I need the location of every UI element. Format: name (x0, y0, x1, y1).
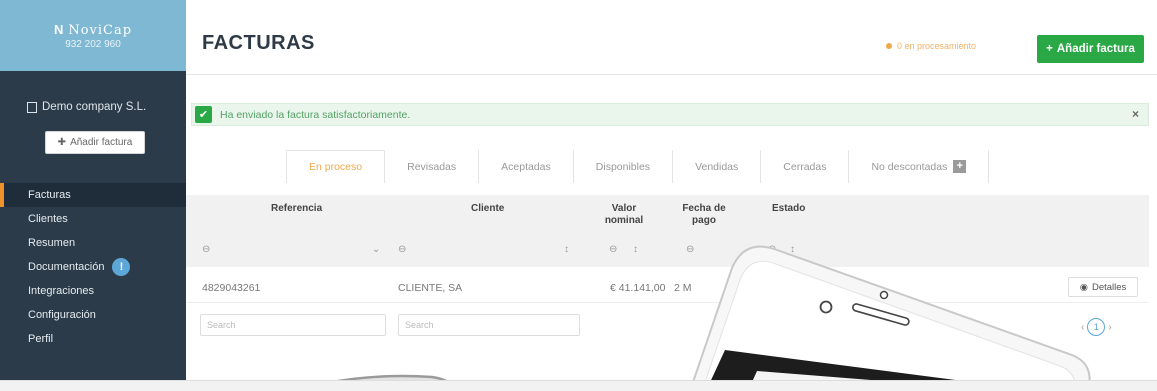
company-selector[interactable]: Demo company S.L. (27, 101, 186, 113)
status-dot-icon (886, 43, 892, 49)
tab-disponibles[interactable]: Disponibles (574, 150, 674, 183)
sidebar-nav: Facturas Clientes Resumen Documentación!… (0, 183, 186, 351)
table-row[interactable]: 4829043261 CLIENTE, SA € 41.141,00 2 M (186, 273, 1149, 303)
sidebar-item-label: Perfil (28, 333, 54, 345)
cell-fecha-pago: 2 M (674, 282, 692, 294)
check-icon: ✔ (195, 106, 212, 123)
filter-icon[interactable]: ⊖ (202, 244, 210, 255)
sidebar-item-label: Integraciones (28, 285, 95, 297)
bottom-edge (0, 380, 1157, 391)
cell-referencia: 4829043261 (202, 282, 261, 294)
sidebar-item-perfil[interactable]: Perfil (0, 327, 186, 351)
details-button[interactable]: ◉ Detalles (1068, 277, 1138, 297)
add-invoice-label: Añadir factura (1056, 43, 1135, 55)
sort-icon[interactable]: ⌄ (372, 244, 380, 255)
plus-icon: ✚ (57, 137, 67, 148)
alert-badge: ! (112, 258, 131, 276)
tab-label: Revisadas (407, 160, 457, 173)
tab-label: Cerradas (783, 160, 827, 173)
pending-status: 0 en procesamiento (886, 41, 976, 51)
logo-mark-icon: N (53, 21, 65, 37)
brand-header: N NoviCap 932 202 960 (0, 0, 186, 71)
sidebar-item-facturas[interactable]: Facturas (0, 183, 186, 207)
sidebar-item-label: Facturas (28, 189, 71, 201)
add-invoice-button[interactable]: + Añadir factura (1037, 35, 1144, 63)
sort-icon[interactable]: ↕ (790, 244, 795, 255)
alert-message: Ha enviado la factura satisfactoriamente… (220, 108, 411, 121)
details-label: Detalles (1091, 281, 1127, 293)
tab-vendidas[interactable]: Vendidas (673, 150, 762, 183)
tab-label: Disponibles (595, 160, 651, 173)
search-cliente-input[interactable]: Search (398, 314, 580, 336)
tab-cerradas[interactable]: Cerradas (761, 150, 850, 183)
sidebar: N NoviCap 932 202 960 Demo company S.L. ✚… (0, 0, 186, 391)
tab-label: No descontadas (871, 160, 948, 173)
main-content: FACTURAS 0 en procesamiento + Añadir fac… (186, 0, 1157, 391)
close-icon[interactable]: × (1132, 107, 1139, 121)
page-number[interactable]: 1 (1087, 318, 1106, 336)
tab-en-proceso[interactable]: En proceso (286, 150, 386, 183)
add-tab-icon[interactable]: + (953, 160, 967, 173)
filter-icon[interactable]: ⊖ (398, 244, 406, 255)
building-icon (27, 101, 37, 113)
filter-icon[interactable]: ⊖ (768, 244, 776, 255)
tab-no-descontadas[interactable]: No descontadas + (849, 150, 990, 183)
brand-logo[interactable]: N NoviCap (54, 22, 132, 38)
plus-icon: + (1046, 43, 1053, 55)
cell-valor-nominal: € 41.141,00 (610, 282, 666, 294)
topbar: FACTURAS 0 en procesamiento + Añadir fac… (186, 0, 1157, 75)
pending-status-text: 0 en procesamiento (897, 41, 977, 51)
eye-icon: ◉ (1079, 281, 1088, 293)
tab-label: Vendidas (695, 160, 739, 173)
sidebar-item-label: Documentación (28, 261, 105, 273)
invoice-tabs: En proceso Revisadas Aceptadas Disponibl… (286, 150, 990, 183)
sort-icon[interactable]: ↕ (633, 244, 638, 255)
sidebar-item-configuracion[interactable]: Configuración (0, 303, 186, 327)
sidebar-item-label: Configuración (28, 309, 96, 321)
search-referencia-input[interactable]: Search (200, 314, 386, 336)
filter-icon[interactable]: ⊖ (609, 244, 617, 255)
filter-icon[interactable]: ⊖ (686, 244, 694, 255)
sidebar-item-resumen[interactable]: Resumen (0, 231, 186, 255)
sort-icon[interactable]: ↕ (564, 244, 569, 255)
tab-aceptadas[interactable]: Aceptadas (479, 150, 574, 183)
column-valor-nominal[interactable]: Valor nominal (604, 203, 644, 227)
column-referencia[interactable]: Referencia (271, 203, 322, 215)
success-alert: ✔ Ha enviado la factura satisfactoriamen… (191, 103, 1149, 126)
pagination: ‹ 1 › (1081, 318, 1112, 336)
brand-phone: 932 202 960 (65, 38, 121, 50)
column-estado[interactable]: Estado (772, 203, 805, 215)
tab-revisadas[interactable]: Revisadas (385, 150, 480, 183)
sidebar-item-label: Clientes (28, 213, 68, 225)
cell-cliente: CLIENTE, SA (398, 282, 463, 294)
sidebar-add-invoice-label: Añadir factura (70, 137, 133, 148)
sidebar-item-clientes[interactable]: Clientes (0, 207, 186, 231)
column-fecha-pago[interactable]: Fecha de pago (680, 203, 728, 227)
sidebar-item-integraciones[interactable]: Integraciones (0, 279, 186, 303)
company-name: Demo company S.L. (42, 101, 147, 113)
next-page-icon[interactable]: › (1108, 322, 1111, 333)
table-header: Referencia Cliente Valor nominal Fecha d… (186, 195, 1149, 267)
prev-page-icon[interactable]: ‹ (1081, 322, 1084, 333)
column-cliente[interactable]: Cliente (471, 203, 504, 215)
tab-label: En proceso (309, 161, 363, 173)
sidebar-item-label: Resumen (28, 237, 76, 249)
tab-label: Aceptadas (501, 160, 551, 173)
sidebar-add-invoice-button[interactable]: ✚ Añadir factura (45, 131, 145, 154)
page-title: FACTURAS (202, 32, 315, 54)
brand-name: NoviCap (68, 22, 133, 38)
sidebar-item-documentacion[interactable]: Documentación! (0, 255, 186, 279)
